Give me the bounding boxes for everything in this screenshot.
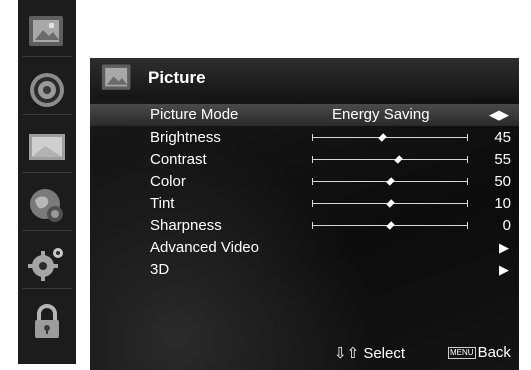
row-label: Color xyxy=(150,173,186,190)
sidebar-divider xyxy=(22,172,72,173)
picture-icon xyxy=(100,62,134,94)
row-label: 3D xyxy=(150,261,170,278)
slider-cap xyxy=(467,156,468,163)
row-label: Sharpness xyxy=(150,217,222,234)
contrast-slider[interactable] xyxy=(312,155,468,164)
menu-row-tint[interactable]: Tint 10 xyxy=(90,193,519,215)
slider-knob[interactable] xyxy=(378,133,387,142)
menu-row-picture-mode[interactable]: Picture Mode Energy Saving ◀▶ xyxy=(90,104,519,126)
slider-cap xyxy=(467,222,468,229)
settings-icon[interactable] xyxy=(27,244,67,284)
chevron-right-icon[interactable]: ▶ xyxy=(499,240,509,256)
lock-icon[interactable] xyxy=(27,302,67,342)
sidebar-divider xyxy=(22,114,72,115)
globe-icon[interactable] xyxy=(27,186,67,226)
menu-sidebar xyxy=(18,0,76,364)
back-hint: MENU Back xyxy=(448,344,511,361)
panel-header: Picture xyxy=(90,58,519,98)
slider-knob[interactable] xyxy=(394,155,403,164)
menu-row-sharpness[interactable]: Sharpness 0 xyxy=(90,215,519,237)
row-label: Contrast xyxy=(150,151,207,168)
row-label: Picture Mode xyxy=(150,106,239,123)
slider-knob[interactable] xyxy=(386,177,395,186)
slider-cap xyxy=(467,134,468,141)
menu-row-brightness[interactable]: Brightness 45 xyxy=(90,127,519,149)
row-label: Advanced Video xyxy=(150,239,259,256)
select-label: Select xyxy=(363,345,406,362)
row-value: 10 xyxy=(494,195,511,212)
row-label: Brightness xyxy=(150,129,221,146)
chevron-right-icon[interactable]: ▶ xyxy=(499,262,509,278)
menu-key-icon: MENU xyxy=(448,347,476,360)
row-value: Energy Saving xyxy=(332,106,430,123)
back-label: Back xyxy=(477,344,511,361)
left-right-arrow-icon[interactable]: ◀▶ xyxy=(489,107,509,123)
slider-cap xyxy=(312,222,313,229)
row-value: 45 xyxy=(494,129,511,146)
row-value: 50 xyxy=(494,173,511,190)
menu-row-3d[interactable]: 3D ▶ xyxy=(90,259,519,281)
screen-icon[interactable] xyxy=(27,128,67,168)
menu-row-color[interactable]: Color 50 xyxy=(90,171,519,193)
up-down-arrow-icon: ⇩⇧ xyxy=(334,345,360,362)
slider-cap xyxy=(467,200,468,207)
color-slider[interactable] xyxy=(312,177,468,186)
sound-icon[interactable] xyxy=(27,70,67,110)
slider-cap xyxy=(312,200,313,207)
picture-icon[interactable] xyxy=(27,12,67,52)
sidebar-divider xyxy=(22,230,72,231)
slider-cap xyxy=(312,134,313,141)
menu-row-contrast[interactable]: Contrast 55 xyxy=(90,149,519,171)
slider-knob[interactable] xyxy=(386,199,395,208)
sidebar-divider xyxy=(22,56,72,57)
sharpness-slider[interactable] xyxy=(312,221,468,230)
panel-title: Picture xyxy=(148,68,206,87)
select-hint: ⇩⇧ Select xyxy=(334,344,405,362)
row-value: 0 xyxy=(502,217,511,234)
slider-cap xyxy=(312,178,313,185)
slider-knob[interactable] xyxy=(386,221,395,230)
tint-slider[interactable] xyxy=(312,199,468,208)
menu-row-advanced-video[interactable]: Advanced Video ▶ xyxy=(90,237,519,259)
row-label: Tint xyxy=(150,195,175,212)
brightness-slider[interactable] xyxy=(312,133,468,142)
slider-cap xyxy=(467,178,468,185)
sidebar-divider xyxy=(22,288,72,289)
picture-menu-panel: Picture Picture Mode Energy Saving ◀▶ Br… xyxy=(90,58,519,370)
row-value: 55 xyxy=(494,151,511,168)
slider-cap xyxy=(312,156,313,163)
